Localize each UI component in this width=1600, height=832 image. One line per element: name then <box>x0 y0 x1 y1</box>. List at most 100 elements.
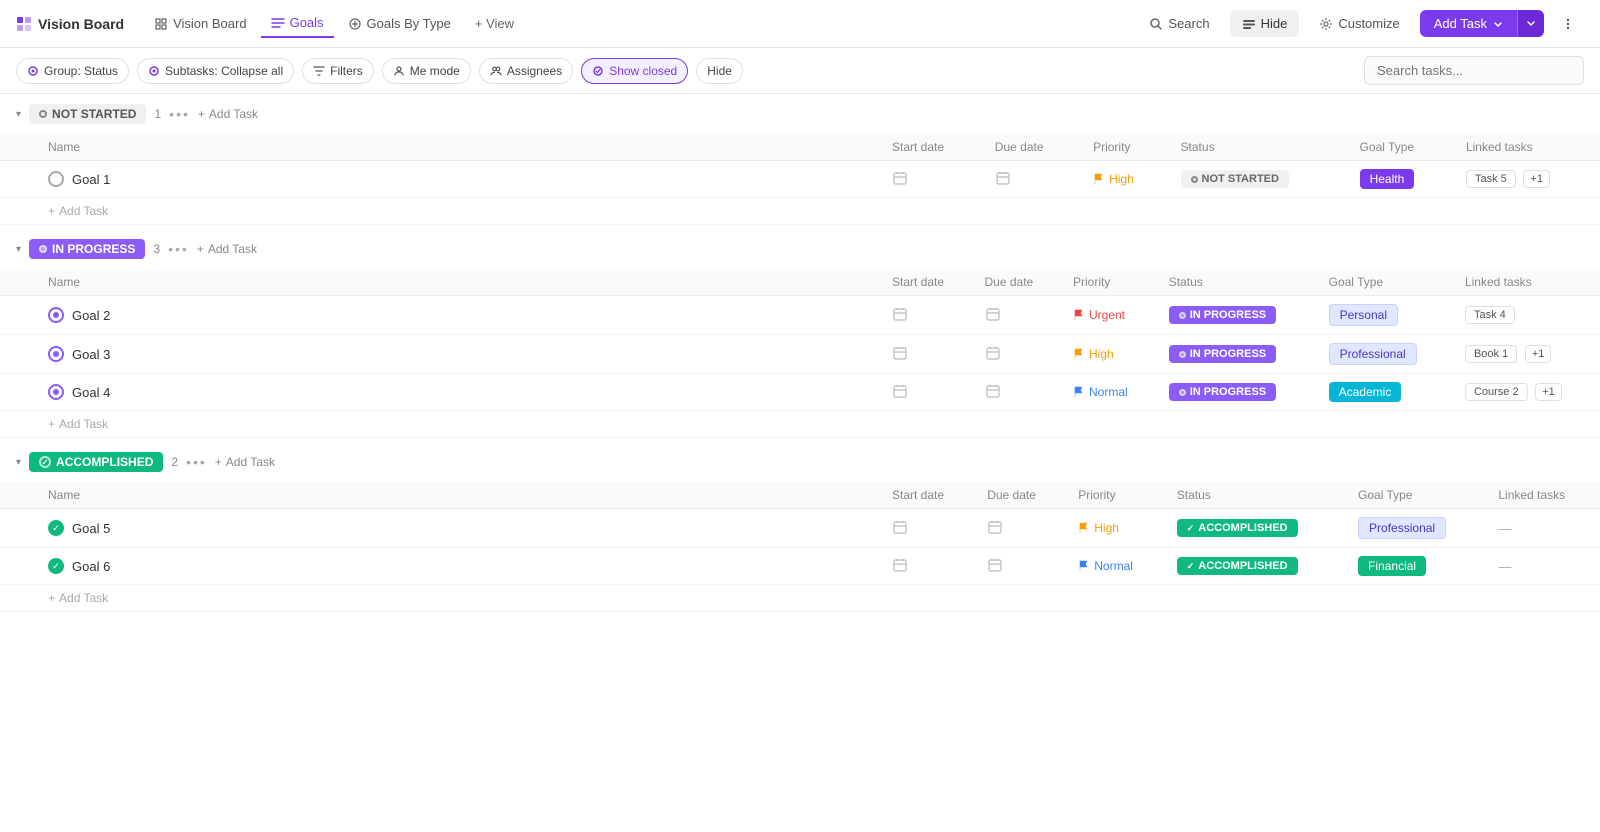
linked-dash-6: — <box>1498 559 1511 574</box>
goal-icon-purple-4 <box>48 384 64 400</box>
hide-button[interactable]: Hide <box>1230 10 1300 37</box>
section-header-in-progress[interactable]: ▾ IN PROGRESS 3 ••• + Add Task <box>0 229 1600 269</box>
table-row: Goal 3 <box>0 335 1600 374</box>
col-priority-ip: Priority <box>1061 269 1157 296</box>
col-priority-ns: Priority <box>1081 134 1168 161</box>
linked-task-3[interactable]: Book 1 <box>1465 345 1517 363</box>
add-task-btn-ns[interactable]: + Add Task <box>48 204 1588 218</box>
group-status-btn[interactable]: Group: Status <box>16 58 129 84</box>
status-4: IN PROGRESS <box>1157 374 1317 411</box>
calendar-icon[interactable] <box>892 557 908 573</box>
filters-btn[interactable]: Filters <box>302 58 374 84</box>
section-add-not-started[interactable]: + Add Task <box>198 107 258 121</box>
section-in-progress: ▾ IN PROGRESS 3 ••• + Add Task Name Star… <box>0 229 1600 438</box>
status-pill-accomplished-6: ✓ ACCOMPLISHED <box>1177 557 1298 575</box>
due-date-3 <box>973 335 1061 374</box>
status-6: ✓ ACCOMPLISHED <box>1165 548 1346 585</box>
section-dots-not-started[interactable]: ••• <box>169 106 190 122</box>
more-options-button[interactable] <box>1552 10 1584 38</box>
calendar-icon[interactable] <box>985 383 1001 399</box>
hide-toolbar-btn[interactable]: Hide <box>696 58 743 84</box>
show-closed-btn[interactable]: Show closed <box>581 58 688 84</box>
brand[interactable]: Vision Board <box>16 16 124 32</box>
calendar-icon[interactable] <box>987 519 1003 535</box>
priority-high-3: High <box>1073 347 1145 361</box>
goal-icon-green-5: ✓ <box>48 520 64 536</box>
tab-goals[interactable]: Goals <box>261 9 334 38</box>
search-button[interactable]: Search <box>1137 10 1221 37</box>
linked-task-4[interactable]: Course 2 <box>1465 383 1528 401</box>
priority-6: Normal <box>1066 548 1165 585</box>
add-task-btn-ac[interactable]: + Add Task <box>48 591 1588 605</box>
table-row: Goal 4 <box>0 374 1600 411</box>
flag-icon-6 <box>1078 560 1090 572</box>
calendar-due-icon[interactable] <box>995 170 1011 186</box>
linked-tasks-cell: Task 5 +1 <box>1454 161 1600 198</box>
tab-goals-by-type[interactable]: Goals By Type <box>338 10 461 37</box>
add-task-button[interactable]: Add Task <box>1420 10 1517 37</box>
col-goaltype-ac: Goal Type <box>1346 482 1486 509</box>
subtask-icon <box>148 65 160 77</box>
hide-icon <box>1242 17 1256 31</box>
goal-name-cell-5: ✓ Goal 5 <box>0 509 880 548</box>
section-toggle-not-started[interactable]: ▾ <box>16 109 21 120</box>
assignees-btn[interactable]: Assignees <box>479 58 573 84</box>
accomplished-check-6: ✓ <box>1187 561 1195 572</box>
linked-6: — <box>1486 548 1600 585</box>
goal-name-display: Goal 1 <box>48 171 868 187</box>
calendar-icon[interactable] <box>987 557 1003 573</box>
goal-4-name: Goal 4 <box>48 384 868 400</box>
calendar-icon[interactable] <box>985 306 1001 322</box>
section-toggle-accomplished[interactable]: ▾ <box>16 457 21 468</box>
col-due-ip: Due date <box>973 269 1061 296</box>
due-date-4 <box>973 374 1061 411</box>
me-mode-btn[interactable]: Me mode <box>382 58 471 84</box>
section-add-accomplished[interactable]: + Add Task <box>215 455 275 469</box>
add-task-cell-ns: + Add Task <box>0 198 1600 225</box>
accomplished-check: ✓ <box>39 456 51 468</box>
status-5: ✓ ACCOMPLISHED <box>1165 509 1346 548</box>
status-dot-ip <box>39 245 47 253</box>
col-name-ac: Name <box>0 482 880 509</box>
status-badge-in-progress: IN PROGRESS <box>29 239 145 259</box>
tab-vision-board[interactable]: Vision Board <box>144 10 256 37</box>
linked-task-item[interactable]: Task 5 <box>1466 170 1516 188</box>
status-3: IN PROGRESS <box>1157 335 1317 374</box>
calendar-icon[interactable] <box>985 345 1001 361</box>
calendar-icon[interactable] <box>892 306 908 322</box>
col-linked-ip: Linked tasks <box>1453 269 1600 296</box>
search-tasks-input[interactable] <box>1364 56 1584 85</box>
goal-type-badge-health: Health <box>1360 169 1415 189</box>
calendar-icon[interactable] <box>892 519 908 535</box>
customize-button[interactable]: Customize <box>1307 10 1411 37</box>
subtasks-btn[interactable]: Subtasks: Collapse all <box>137 58 294 84</box>
linked-more-3[interactable]: +1 <box>1525 345 1552 363</box>
priority-2: Urgent <box>1061 296 1157 335</box>
section-add-in-progress[interactable]: + Add Task <box>197 242 257 256</box>
start-date-2 <box>880 296 973 335</box>
section-toggle-in-progress[interactable]: ▾ <box>16 244 21 255</box>
calendar-icon[interactable] <box>892 383 908 399</box>
add-view-btn[interactable]: + View <box>465 10 524 37</box>
goal-5-name: ✓ Goal 5 <box>48 520 868 536</box>
linked-task-2[interactable]: Task 4 <box>1465 306 1515 324</box>
col-name-ns: Name <box>0 134 880 161</box>
section-dots-in-progress[interactable]: ••• <box>168 241 189 257</box>
calendar-icon[interactable] <box>892 345 908 361</box>
col-status-ip: Status <box>1157 269 1317 296</box>
add-task-dropdown[interactable] <box>1517 10 1544 37</box>
vision-board-tab-icon <box>154 17 168 31</box>
linked-more-4[interactable]: +1 <box>1535 383 1562 401</box>
add-task-btn-ip[interactable]: + Add Task <box>48 417 1588 431</box>
section-header-accomplished[interactable]: ▾ ✓ ACCOMPLISHED 2 ••• + Add Task <box>0 442 1600 482</box>
section-dots-accomplished[interactable]: ••• <box>186 454 207 470</box>
col-goaltype-ns: Goal Type <box>1348 134 1454 161</box>
linked-more[interactable]: +1 <box>1523 170 1550 188</box>
priority-high-5: High <box>1078 521 1153 535</box>
priority-normal-4: Normal <box>1073 385 1145 399</box>
goal-2-name: Goal 2 <box>48 307 868 323</box>
col-status-ns: Status <box>1169 134 1348 161</box>
goal-name-cell-2: Goal 2 <box>0 296 880 335</box>
calendar-icon[interactable] <box>892 170 908 186</box>
section-header-not-started[interactable]: ▾ NOT STARTED 1 ••• + Add Task <box>0 94 1600 134</box>
